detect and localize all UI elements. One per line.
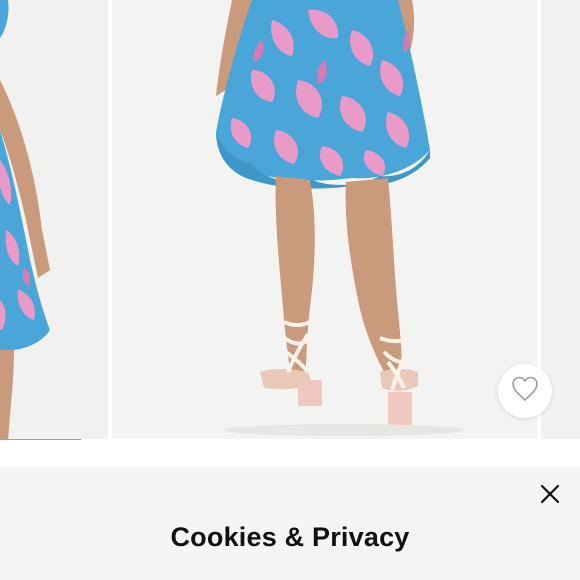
product-image-carousel[interactable]	[0, 0, 580, 440]
favorite-button[interactable]	[498, 364, 552, 418]
close-icon	[539, 483, 561, 510]
dress-photo-main	[112, 0, 537, 440]
cookie-privacy-sheet: Cookies & Privacy	[0, 466, 580, 580]
carousel-progress-indicator	[0, 439, 82, 440]
close-button[interactable]	[538, 484, 562, 508]
product-image-next[interactable]	[541, 0, 580, 440]
dress-photo-right	[541, 0, 580, 440]
heart-outline-icon	[511, 376, 539, 407]
product-image-previous[interactable]	[0, 0, 108, 440]
dress-photo-left	[0, 0, 108, 440]
product-image-current[interactable]	[112, 0, 537, 440]
carousel-progress-track	[0, 439, 580, 440]
cookie-privacy-title: Cookies & Privacy	[170, 522, 410, 552]
